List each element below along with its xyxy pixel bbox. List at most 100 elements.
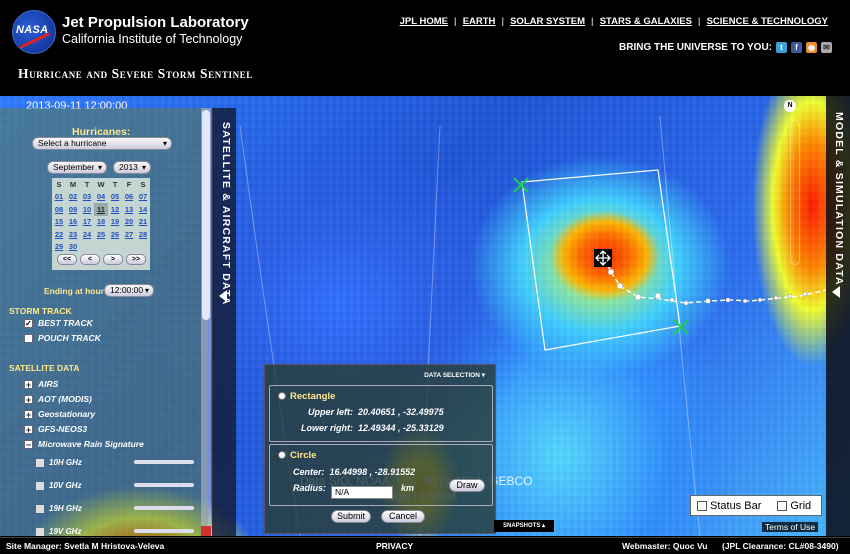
gfs-neos3-item[interactable]: + GFS-NEOS3: [24, 424, 87, 434]
aot-modis-item[interactable]: + AOT (MODIS): [24, 394, 92, 404]
calendar-day[interactable]: 28: [136, 228, 150, 241]
left-panel-tab[interactable]: SATELLITE & AIRCRAFT DATA: [212, 108, 236, 536]
calendar-day[interactable]: 11: [94, 203, 108, 216]
calendar-day[interactable]: 14: [136, 203, 150, 216]
rectangle-option[interactable]: Rectangle: [278, 391, 335, 402]
submit-button[interactable]: Submit: [331, 510, 371, 523]
expand-icon[interactable]: +: [24, 394, 33, 404]
status-bar-checkbox[interactable]: [697, 500, 707, 511]
calendar-day[interactable]: 25: [94, 228, 108, 241]
microwave-19v-item[interactable]: 19V GHz: [36, 527, 81, 536]
best-track-checkbox[interactable]: ✓: [24, 318, 33, 328]
layer-checkbox[interactable]: [36, 481, 44, 490]
nasa-logo[interactable]: NASA: [12, 10, 56, 54]
opacity-slider[interactable]: [134, 529, 194, 533]
circle-option[interactable]: Circle: [278, 450, 316, 461]
opacity-slider[interactable]: [134, 506, 194, 510]
calendar-day[interactable]: 18: [94, 216, 108, 229]
calendar-day[interactable]: 05: [108, 191, 122, 204]
map-zoom-control[interactable]: [790, 120, 800, 265]
calendar-day[interactable]: 29: [52, 241, 66, 254]
left-panel-scrollbar[interactable]: [201, 108, 211, 536]
hurricane-select[interactable]: Select a hurricane: [32, 137, 172, 150]
year-select[interactable]: 2013: [113, 161, 151, 174]
calendar-prev-year-button[interactable]: <<: [57, 254, 77, 265]
snapshots-toggle[interactable]: SNAPSHOTS ▴: [494, 520, 554, 532]
month-select[interactable]: September: [47, 161, 107, 174]
nav-link-jpl-home[interactable]: JPL HOME: [394, 16, 454, 27]
scrollbar-thumb[interactable]: [202, 110, 210, 320]
calendar-day[interactable]: 10: [80, 203, 94, 216]
collapse-icon[interactable]: −: [24, 439, 33, 449]
airs-item[interactable]: + AIRS: [24, 379, 58, 389]
geostationary-item[interactable]: + Geostationary: [24, 409, 95, 419]
expand-icon[interactable]: +: [24, 424, 33, 434]
rectangle-radio[interactable]: [278, 392, 286, 401]
terms-of-use-link[interactable]: Terms of Use: [762, 522, 819, 532]
microwave-10h-item[interactable]: 10H GHz: [36, 458, 82, 467]
calendar-day[interactable]: 22: [52, 228, 66, 241]
collapse-left-arrow-icon[interactable]: [219, 290, 227, 302]
calendar-day[interactable]: 07: [136, 191, 150, 204]
email-icon[interactable]: ✉: [821, 42, 832, 53]
privacy-link[interactable]: PRIVACY: [376, 541, 413, 551]
grid-checkbox[interactable]: [777, 500, 788, 511]
calendar-day[interactable]: 30: [66, 241, 80, 254]
calendar-day[interactable]: 16: [66, 216, 80, 229]
north-arrow-icon[interactable]: N: [784, 100, 796, 112]
satellite-map[interactable]: 2013-09-11 12:00:00 N Data SIO, NOAA, U.…: [0, 96, 850, 536]
layer-checkbox[interactable]: [36, 527, 44, 536]
calendar-next-month-button[interactable]: >: [103, 254, 123, 265]
twitter-icon[interactable]: t: [776, 42, 787, 53]
rss-icon[interactable]: ◉: [806, 42, 817, 53]
opacity-slider[interactable]: [134, 460, 194, 464]
expand-icon[interactable]: +: [24, 409, 33, 419]
calendar-day[interactable]: 08: [52, 203, 66, 216]
nav-link-stars-galaxies[interactable]: STARS & GALAXIES: [594, 16, 698, 27]
pouch-track-checkbox[interactable]: [24, 333, 33, 343]
nav-link-solar-system[interactable]: SOLAR SYSTEM: [504, 16, 591, 27]
calendar-day[interactable]: 17: [80, 216, 94, 229]
right-panel-tab[interactable]: MODEL & SIMULATION DATA: [826, 96, 850, 536]
calendar-day[interactable]: 20: [122, 216, 136, 229]
draw-button[interactable]: Draw: [449, 479, 485, 492]
site-title[interactable]: Jet Propulsion Laboratory: [62, 14, 249, 31]
nav-link-science-technology[interactable]: SCIENCE & TECHNOLOGY: [701, 16, 834, 27]
data-selection-header[interactable]: DATA SELECTION ▾: [424, 371, 485, 379]
calendar-day[interactable]: 03: [80, 191, 94, 204]
expand-right-arrow-icon[interactable]: [832, 286, 840, 298]
calendar-day[interactable]: 15: [52, 216, 66, 229]
calendar-day[interactable]: 09: [66, 203, 80, 216]
microwave-10v-item[interactable]: 10V GHz: [36, 481, 81, 490]
calendar-day[interactable]: 24: [80, 228, 94, 241]
layer-checkbox[interactable]: [36, 458, 44, 467]
expand-icon[interactable]: +: [24, 379, 33, 389]
calendar-day[interactable]: 23: [66, 228, 80, 241]
nav-link-earth[interactable]: EARTH: [457, 16, 502, 27]
calendar-day[interactable]: 04: [94, 191, 108, 204]
ending-hour-select[interactable]: 12:00:00: [104, 284, 154, 297]
calendar-day[interactable]: 12: [108, 203, 122, 216]
microwave-19h-item[interactable]: 19H GHz: [36, 504, 82, 513]
microwave-rain-label: Microwave Rain Signature: [38, 439, 144, 449]
layer-checkbox[interactable]: [36, 504, 44, 513]
calendar-next-year-button[interactable]: >>: [126, 254, 146, 265]
social-bar: BRING THE UNIVERSE TO YOU: t f ◉ ✉: [619, 42, 832, 53]
circle-radio[interactable]: [278, 451, 286, 460]
calendar-day[interactable]: 06: [122, 191, 136, 204]
calendar-day[interactable]: 13: [122, 203, 136, 216]
calendar-day[interactable]: 01: [52, 191, 66, 204]
facebook-icon[interactable]: f: [791, 42, 802, 53]
microwave-rain-item[interactable]: − Microwave Rain Signature: [24, 439, 144, 449]
best-track-item[interactable]: ✓ BEST TRACK: [24, 318, 93, 328]
calendar-day[interactable]: 19: [108, 216, 122, 229]
calendar-day[interactable]: 26: [108, 228, 122, 241]
calendar-day[interactable]: 27: [122, 228, 136, 241]
radius-input[interactable]: N/A: [331, 486, 393, 499]
opacity-slider[interactable]: [134, 483, 194, 487]
pouch-track-item[interactable]: POUCH TRACK: [24, 333, 101, 343]
calendar-prev-month-button[interactable]: <: [80, 254, 100, 265]
calendar-day[interactable]: 21: [136, 216, 150, 229]
cancel-button[interactable]: Cancel: [381, 510, 425, 523]
calendar-day[interactable]: 02: [66, 191, 80, 204]
